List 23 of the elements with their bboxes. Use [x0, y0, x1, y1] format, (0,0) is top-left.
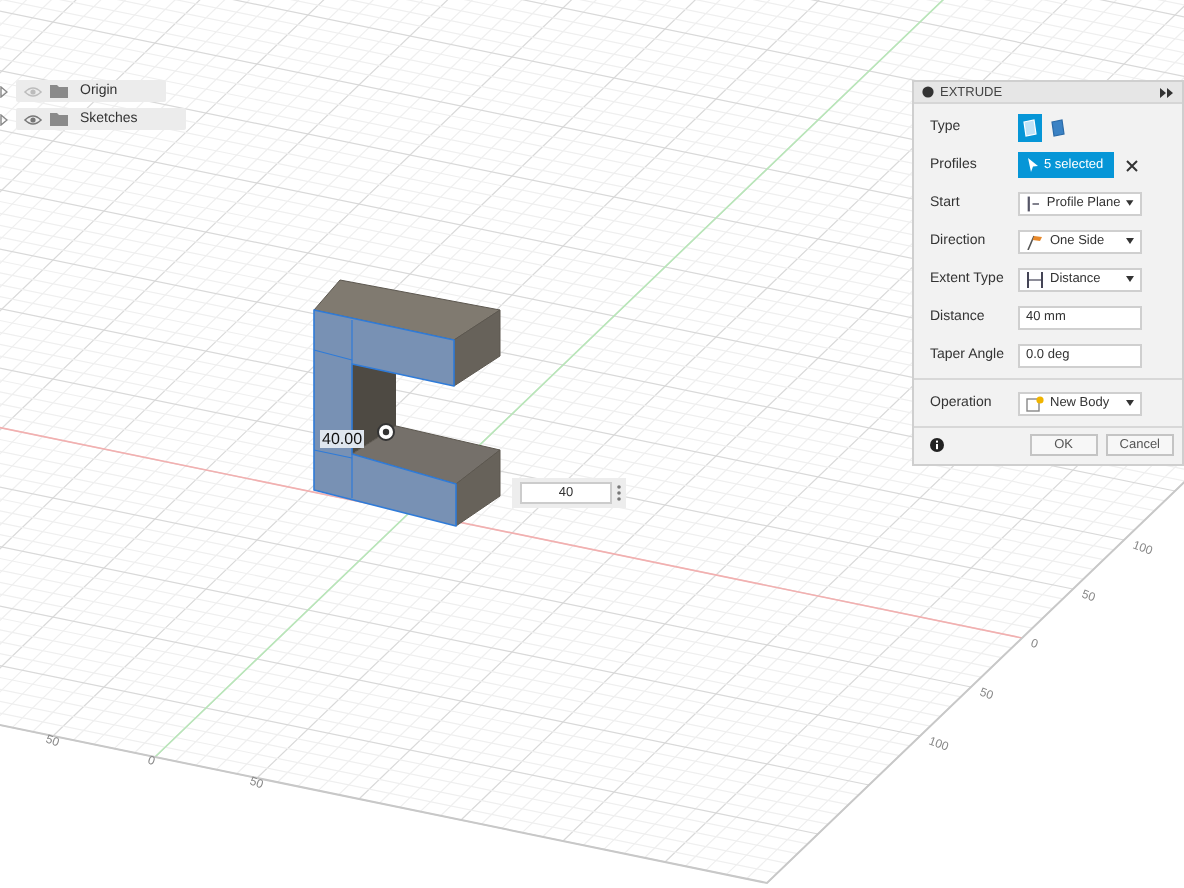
plane-icon	[1026, 195, 1041, 211]
caret-icon	[1126, 400, 1134, 406]
type-option[interactable]	[1046, 113, 1070, 141]
expand-arrow-icon[interactable]	[0, 113, 8, 125]
flag-icon	[1026, 233, 1044, 249]
surface-icon	[1050, 117, 1066, 137]
caret-icon	[1126, 238, 1134, 244]
solid-body-icon	[1022, 117, 1038, 137]
caret-icon	[1126, 276, 1134, 282]
more-icon[interactable]	[616, 484, 622, 502]
type-option[interactable]	[1018, 113, 1042, 141]
distance-icon	[1026, 271, 1044, 287]
close-icon[interactable]	[1125, 159, 1138, 171]
manipulator-icon[interactable]	[377, 423, 395, 441]
cursor-icon	[1028, 158, 1038, 172]
info-icon[interactable]	[930, 438, 944, 452]
dialog-icon	[922, 86, 934, 98]
eye-icon[interactable]	[24, 113, 42, 125]
caret-icon	[1126, 200, 1134, 206]
new-body-icon	[1026, 395, 1044, 411]
expand-arrow-icon[interactable]	[0, 85, 8, 97]
dimension-label: 40.00	[320, 430, 365, 448]
expand-icon[interactable]	[1160, 87, 1174, 97]
